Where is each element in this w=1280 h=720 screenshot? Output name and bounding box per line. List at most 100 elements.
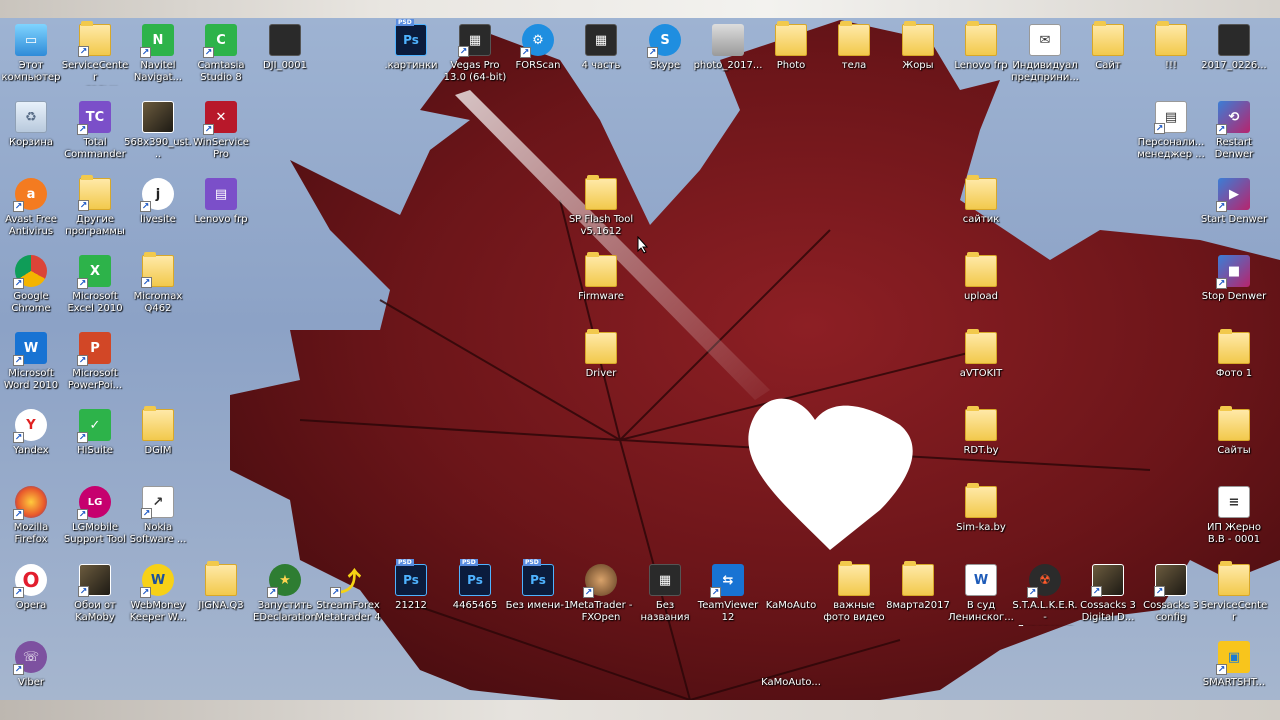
desktop-icon-court-doc[interactable]: W В суд Ленинског... [946, 560, 1016, 636]
desktop-icon-jigna-q3[interactable]: JIGNA.Q3 [186, 560, 256, 636]
desktop-icon-psd-4465465[interactable]: Ps 4465465 [440, 559, 510, 636]
recycle-bin-icon: ♻ [15, 101, 47, 133]
desktop-icon-avast[interactable]: aAvast Free Antivirus [0, 174, 66, 250]
desktop-icon-psd-images[interactable]: Ps .картинки [376, 19, 446, 96]
desktop-icon-label: Microsoft Excel 2010 [67, 291, 123, 314]
desktop-icon-label: Cossacks 3 config [1143, 600, 1199, 623]
desktop-icon-forscan[interactable]: ⚙ FORScan [503, 20, 573, 96]
desktop-icon-upload-folder[interactable]: upload [946, 251, 1016, 327]
desktop-icon-label: Firmware [578, 291, 624, 302]
winrar-icon: ▤ [205, 178, 237, 210]
desktop-icon-label: Без имени-1 [505, 600, 571, 611]
desktop-icon-stalker[interactable]: ☢S.T.A.L.K.E.R. - Диверсант [1010, 560, 1080, 636]
desktop-icon-lenovo-frp-archive[interactable]: ▤ Lenovo frp [186, 174, 256, 250]
desktop-icon-cossacks-config[interactable]: Cossacks 3 config [1136, 560, 1206, 636]
desktop-icon-metatrader-fxopen[interactable]: MetaTrader - FXOpen [566, 560, 636, 636]
desktop-icon-image-2017-0226[interactable]: 2017_0226... [1199, 20, 1269, 96]
desktop-icon-kamoauto[interactable]: KaMoAuto [756, 560, 826, 636]
desktop-icon-word[interactable]: WMicrosoft Word 2010 [0, 328, 66, 404]
desktop-icon-lg-mobile-support[interactable]: LGLGMobile Support Tool [60, 482, 130, 558]
desktop-icon-dji-0001[interactable]: DJI_0001 [250, 20, 320, 96]
desktop-icon-label: upload [963, 291, 999, 302]
desktop-icon-excel[interactable]: XMicrosoft Excel 2010 [60, 251, 130, 327]
desktop-icon-sp-flash-tool[interactable]: SP Flash Tool v5.1612 [566, 174, 636, 250]
livesite-icon: j [140, 178, 174, 212]
desktop-icon-camtasia[interactable]: CCamtasia Studio 8 [186, 20, 256, 96]
desktop-icon-start-denwer[interactable]: ▶ Start Denwer [1199, 174, 1269, 250]
desktop-icon-site-folder[interactable]: Сайт [1073, 20, 1143, 96]
desktop-icon-kamoauto-file[interactable]: KaMoAuto... [756, 637, 826, 713]
desktop-icon-saitik-folder[interactable]: сайтик [946, 174, 1016, 250]
desktop-icon-streamforex[interactable]: ⤴StreamForex Metatrader 4 [313, 560, 383, 636]
desktop-icon-sites-folder[interactable]: Сайты [1199, 405, 1269, 481]
desktop-icon-wallpapers-kamoby[interactable]: Обои от KaMoby [60, 560, 130, 636]
desktop-icon-ip-document[interactable]: ≡ ИП Жерно B.B - 0001 [1199, 482, 1269, 558]
desktop-icon-livesite[interactable]: j livesite [123, 174, 193, 250]
desktop-icon-yandex[interactable]: Y Yandex [0, 405, 66, 481]
desktop-icon-firmware[interactable]: Firmware [566, 251, 636, 327]
image-file-icon [1218, 24, 1250, 56]
desktop-icon-label: Сайт [1095, 60, 1121, 71]
desktop-icon-navitel[interactable]: NNavitel Navigat... [123, 20, 193, 96]
desktop-icon-total-commander[interactable]: TCTotal Commander [60, 97, 130, 173]
desktop-icon-vegas-pro[interactable]: ▦ Vegas Pro 13.0 (64-bit) [440, 20, 510, 96]
desktop-icon-stop-denwer[interactable]: ■ Stop Denwer [1199, 251, 1269, 327]
desktop-icon-skype[interactable]: S Skype [630, 20, 700, 96]
desktop-icon-part-4[interactable]: ▦ 4 часть [566, 20, 636, 96]
desktop-icon-lenovo-frp-folder[interactable]: Lenovo frp [946, 20, 1016, 96]
desktop-icon-edeclaration[interactable]: ★Запустить EDeclaration [250, 560, 320, 636]
desktop-icon-photo-2017[interactable]: photo_2017... [693, 20, 763, 96]
desktop-icon-other-programs[interactable]: Другие программы [60, 174, 130, 250]
desktop-icon-rdt-folder[interactable]: RDT.by [946, 405, 1016, 481]
desktop-icon-nokia-software[interactable]: ↗ Nokia Software ... [123, 482, 193, 558]
desktop-icon-servicecenter[interactable]: ServiceCenter [1199, 560, 1269, 636]
desktop-icon-label: livesite [140, 214, 176, 225]
desktop-icon-smartsht[interactable]: ▣ SMARTSHT... [1199, 637, 1269, 713]
desktop-icon-this-computer[interactable]: ▭ Этот компьютер [0, 20, 66, 96]
desktop-icon-tela-folder[interactable]: тела [819, 20, 889, 96]
nokia-icon: ↗ [141, 486, 174, 519]
desktop-icon-hisuite[interactable]: ✓ HiSuite [60, 405, 130, 481]
desktop-icon-psd-21212[interactable]: Ps 21212 [376, 559, 446, 636]
excel-icon: X [77, 255, 111, 289]
desktop-icon-label: FORScan [515, 60, 561, 71]
desktop-icon-image-568x390[interactable]: 568x390_ust... [123, 97, 193, 173]
desktop-icon-label: Vegas Pro 13.0 (64-bit) [443, 60, 507, 83]
desktop-icon-servicecenter-shortcut[interactable]: ServiceCenter — ярлык [60, 20, 130, 96]
desktop-icon-recycle-bin[interactable]: ♻ Корзина [0, 97, 66, 173]
desktop-icon-exclaim-folder[interactable]: !!! [1136, 20, 1206, 96]
desktop-icon-individual-entrepreneur[interactable]: ✉ Индивидуал предприни... [1010, 20, 1080, 96]
folder-icon [141, 252, 174, 288]
desktop-icon-firefox[interactable]: Mozilla Firefox [0, 482, 66, 558]
desktop-icon-cossacks-digital[interactable]: Cossacks 3 Digital D... [1073, 560, 1143, 636]
wallpaper-shortcut-icon [78, 564, 111, 597]
desktop-icon-untitled-video[interactable]: ▦ Без названия [630, 560, 700, 636]
desktop-icon-restart-denwer[interactable]: ⟲Restart Denwer [1199, 97, 1269, 173]
desktop-icon-micromax-q462[interactable]: Micromax Q462 [123, 251, 193, 327]
desktop-icon-opera[interactable]: O Opera [0, 560, 66, 636]
desktop-icon-label: Жоры [902, 60, 934, 71]
desktop-icon-avtokit-folder[interactable]: aVTOKIT [946, 328, 1016, 404]
desktop-icon-powerpoint[interactable]: PMicrosoft PowerPoi... [60, 328, 130, 404]
desktop-icon-march-8-2017[interactable]: 8марта2017 [883, 560, 953, 636]
metatrader-icon: ⤴ [330, 564, 364, 598]
desktop-icon-viber[interactable]: ☏ Viber [0, 637, 66, 713]
desktop-icon-dgim[interactable]: DGIM [123, 405, 193, 481]
desktop-icon-winservice-pro[interactable]: ✕WinService Pro [186, 97, 256, 173]
desktop-icon-important-photo-video[interactable]: важные фото видео [819, 560, 889, 636]
desktop-icon-photo-1-folder[interactable]: Фото 1 [1199, 328, 1269, 404]
certificate-icon: ✉ [1029, 24, 1061, 56]
desktop-icon-chrome[interactable]: Google Chrome [0, 251, 66, 327]
desktop-icon-zhory-folder[interactable]: Жоры [883, 20, 953, 96]
desktop-icon-simka-folder[interactable]: Sim-ka.by [946, 482, 1016, 558]
desktop-icon-teamviewer[interactable]: ⇆TeamViewer 12 [693, 560, 763, 636]
desktop-icon-label: DJI_0001 [262, 60, 308, 71]
desktop-icon-webmoney[interactable]: WWebMoney Keeper W... [123, 560, 193, 636]
desktop-icon-personal-manager[interactable]: ▤ Персонали... менеджер ... [1136, 97, 1206, 173]
folder-icon [965, 483, 997, 518]
desktop-icon-photo-folder[interactable]: Photo [756, 20, 826, 96]
powerpoint-icon: P [77, 332, 111, 366]
desktop-icon-driver[interactable]: Driver [566, 328, 636, 404]
camtasia-icon: C [203, 24, 237, 58]
desktop-icon-psd-untitled-1[interactable]: Ps Без имени-1 [503, 559, 573, 636]
